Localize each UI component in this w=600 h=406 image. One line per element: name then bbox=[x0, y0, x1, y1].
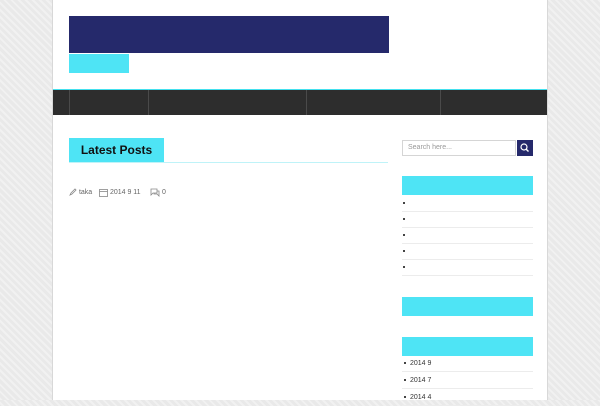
bullet-icon bbox=[403, 201, 405, 204]
latest-posts-heading: Latest Posts bbox=[69, 138, 164, 163]
post-author-name: taka bbox=[78, 189, 93, 196]
search-icon bbox=[520, 143, 529, 152]
bullet-icon bbox=[403, 265, 405, 268]
widget-list-item[interactable] bbox=[402, 244, 533, 260]
widget-header-1 bbox=[402, 176, 533, 195]
nav-divider bbox=[440, 90, 441, 115]
comment-icon bbox=[150, 188, 160, 197]
bullet-icon bbox=[404, 395, 406, 398]
post-comments[interactable]: 0 bbox=[150, 187, 166, 199]
archive-link[interactable]: 2014 7 bbox=[410, 377, 431, 384]
bullet-icon bbox=[403, 217, 405, 220]
bullet-icon bbox=[404, 361, 406, 364]
site-title[interactable] bbox=[69, 16, 389, 53]
nav-item-2[interactable] bbox=[148, 90, 306, 115]
widget-header-archives bbox=[402, 337, 533, 356]
page-container: Latest Posts taka 2014 9 11 0 Search her… bbox=[52, 0, 548, 406]
search-button[interactable] bbox=[517, 140, 533, 156]
widget-list-item[interactable] bbox=[402, 260, 533, 276]
calendar-icon bbox=[99, 188, 108, 197]
search-input[interactable]: Search here... bbox=[402, 140, 516, 156]
post-date: 2014 9 11 bbox=[99, 187, 141, 199]
heading-underline bbox=[69, 162, 388, 163]
widget-list-item[interactable] bbox=[402, 228, 533, 244]
archive-item[interactable]: 2014 7 bbox=[402, 373, 533, 389]
archive-link[interactable]: 2014 9 bbox=[410, 360, 431, 367]
post-date-text: 2014 9 11 bbox=[109, 189, 141, 196]
archive-item[interactable]: 2014 4 bbox=[402, 390, 533, 406]
widget-list-item[interactable] bbox=[402, 196, 533, 212]
nav-item-3[interactable] bbox=[306, 90, 440, 115]
widget-header-2 bbox=[402, 297, 533, 316]
site-tagline bbox=[69, 54, 129, 73]
comment-count: 0 bbox=[161, 189, 166, 196]
bullet-icon bbox=[404, 378, 406, 381]
main-navigation bbox=[53, 89, 547, 115]
bullet-icon bbox=[403, 233, 405, 236]
archive-item[interactable]: 2014 9 bbox=[402, 356, 533, 372]
post-author[interactable]: taka bbox=[69, 187, 92, 199]
widget-list-item[interactable] bbox=[402, 212, 533, 228]
pencil-icon bbox=[69, 188, 77, 197]
nav-item-1[interactable] bbox=[69, 90, 148, 115]
bullet-icon bbox=[403, 249, 405, 252]
